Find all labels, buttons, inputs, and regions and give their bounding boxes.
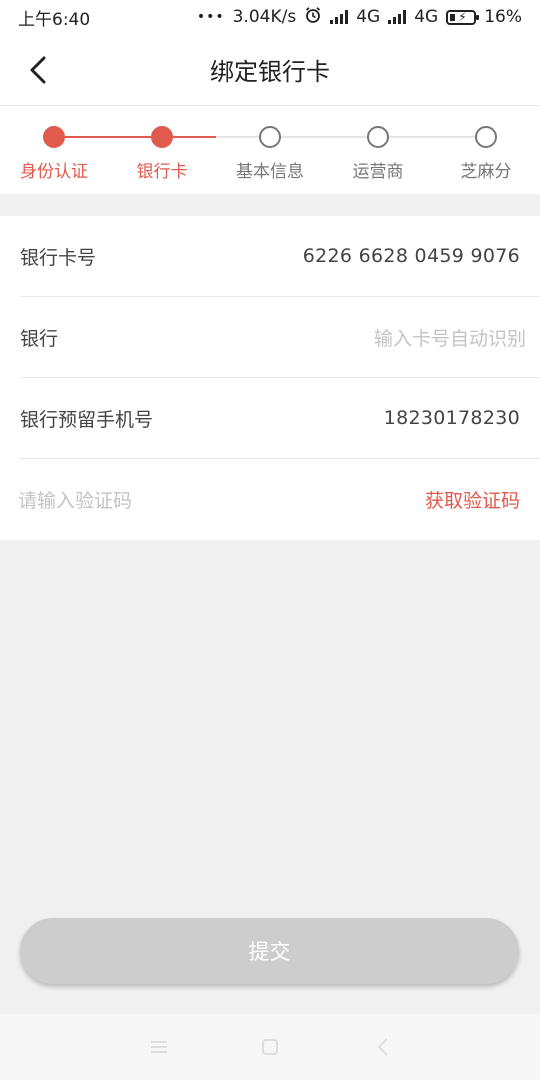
- battery-icon: ⚡: [446, 9, 480, 25]
- progress-steps: 身份认证 银行卡 基本信息 运营商 芝麻分: [0, 106, 540, 194]
- step-carrier: 运营商: [324, 126, 432, 182]
- step-basic-info: 基本信息: [216, 126, 324, 182]
- more-dots-icon: •••: [196, 9, 225, 25]
- step-label: 身份认证: [20, 162, 88, 182]
- phone-input[interactable]: 18230178230: [384, 407, 520, 429]
- step-label: 基本信息: [236, 162, 304, 182]
- verification-code-input[interactable]: 请输入验证码: [18, 486, 132, 513]
- get-code-button[interactable]: 获取验证码: [425, 486, 520, 513]
- step-dot: [367, 126, 389, 148]
- app-header: 绑定银行卡: [0, 34, 540, 106]
- status-time: 上午6:40: [18, 9, 91, 30]
- submit-button[interactable]: 提交: [20, 918, 519, 984]
- step-sesame-score: 芝麻分: [432, 126, 540, 182]
- back-nav-button[interactable]: [372, 1036, 394, 1058]
- card-number-row[interactable]: 银行卡号 6226 6628 0459 9076: [20, 216, 540, 297]
- bank-label: 银行: [20, 327, 59, 350]
- network-type-2: 4G: [414, 7, 439, 27]
- step-dot: [475, 126, 497, 148]
- step-label: 芝麻分: [460, 162, 512, 182]
- bank-row[interactable]: 银行 输入卡号自动识别: [20, 297, 540, 378]
- screen: 上午6:40 ••• 3.04K/s 4G 4G ⚡ 16% 绑定银行卡 身份认…: [0, 0, 540, 1080]
- alarm-icon: [304, 6, 322, 29]
- step-dot: [259, 126, 281, 148]
- home-button[interactable]: [259, 1036, 281, 1058]
- battery-level: 16%: [484, 7, 522, 27]
- status-icons: ••• 3.04K/s 4G 4G ⚡ 16%: [197, 6, 522, 29]
- back-triangle-icon: [377, 1038, 388, 1056]
- back-button[interactable]: [20, 52, 56, 88]
- step-identity: 身份认证: [0, 126, 108, 182]
- status-bar: 上午6:40 ••• 3.04K/s 4G 4G ⚡ 16%: [0, 0, 540, 34]
- step-label: 运营商: [352, 162, 404, 182]
- net-speed: 3.04K/s: [232, 7, 297, 27]
- home-icon: [262, 1039, 278, 1055]
- card-number-input[interactable]: 6226 6628 0459 9076: [303, 245, 520, 267]
- menu-button[interactable]: [148, 1036, 170, 1058]
- bank-input[interactable]: 输入卡号自动识别: [374, 324, 526, 351]
- step-label: 银行卡: [136, 162, 188, 182]
- step-bank-card: 银行卡: [108, 126, 216, 182]
- verification-code-row[interactable]: 请输入验证码 获取验证码: [18, 459, 540, 540]
- menu-icon: [151, 1041, 167, 1053]
- signal-icon-1: [330, 10, 349, 24]
- bank-card-form: 银行卡号 6226 6628 0459 9076 银行 输入卡号自动识别 银行预…: [0, 216, 540, 540]
- network-type-1: 4G: [356, 7, 381, 27]
- step-dot: [43, 126, 65, 148]
- chevron-left-icon: [30, 56, 46, 84]
- card-number-label: 银行卡号: [20, 246, 97, 269]
- step-dot: [151, 126, 173, 148]
- system-nav-bar: [0, 1014, 540, 1080]
- phone-label: 银行预留手机号: [20, 408, 154, 431]
- signal-icon-2: [388, 10, 407, 24]
- phone-row[interactable]: 银行预留手机号 18230178230: [20, 378, 540, 459]
- page-title: 绑定银行卡: [210, 58, 330, 86]
